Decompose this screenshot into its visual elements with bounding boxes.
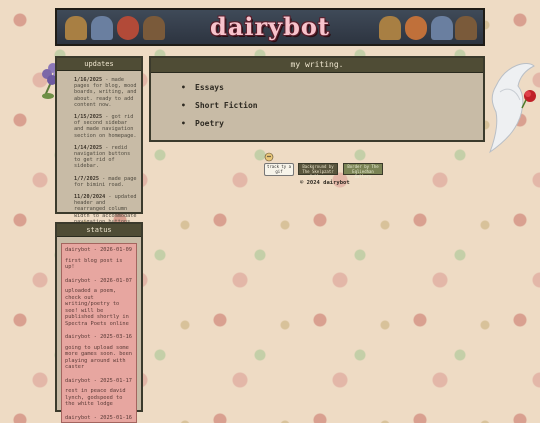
- fruit-bowl-icon: [405, 16, 427, 40]
- jar-icon: [431, 16, 453, 40]
- update-entry: 11/20/2024 - updated header and rearrang…: [74, 194, 137, 225]
- status-entry: dairybot - 2025-01-17 rest in peace david…: [65, 377, 132, 408]
- updates-list: 1/16/2025 - made pages for blog, mood bo…: [57, 71, 141, 225]
- status-feed[interactable]: dairybot - 2026-01-09 first blog post is …: [61, 243, 137, 423]
- pet-sticker-icon: [264, 152, 274, 162]
- update-entry: 1/14/2025 - redid navigation buttons to …: [74, 144, 131, 170]
- link-poetry[interactable]: Poetry: [181, 119, 483, 128]
- update-entry: 1/7/2025 - made page for bimini road.: [74, 175, 137, 188]
- status-entry: dairybot - 2025-01-16: [65, 414, 132, 421]
- updates-heading: updates: [57, 58, 141, 71]
- basket-icon: [379, 16, 401, 40]
- fruit-bowl-icon: [117, 16, 139, 40]
- background-credit-badge[interactable]: Background by The Skelpzatr Gallery: [298, 163, 338, 179]
- page-title: my writing.: [151, 58, 483, 73]
- copyright-text: © 2024 dairybot: [300, 180, 350, 186]
- status-entry: dairybot - 2025-03-16 going to upload som…: [65, 334, 132, 370]
- track-badge[interactable]: track ty a gif: [264, 163, 294, 176]
- site-banner: dairybot: [55, 8, 485, 46]
- writing-panel: my writing. Essays Short Fiction Poetry: [149, 56, 485, 142]
- updates-panel: updates 1/16/2025 - made pages for blog,…: [55, 56, 143, 225]
- status-panel: status dairybot - 2026-01-09 first blog p…: [55, 222, 143, 423]
- update-entry: 1/15/2025 - got rid of second sidebar an…: [74, 114, 137, 139]
- update-entry: 1/16/2025 - made pages for blog, mood bo…: [74, 77, 137, 108]
- books-icon: [455, 16, 477, 40]
- dove-decoration: [488, 63, 536, 154]
- site-title[interactable]: dairybot: [210, 12, 330, 41]
- status-heading: status: [57, 224, 141, 237]
- books-icon: [143, 16, 165, 40]
- writing-links: Essays Short Fiction Poetry: [151, 83, 483, 128]
- link-short-fiction[interactable]: Short Fiction: [181, 101, 483, 110]
- basket-icon: [65, 16, 87, 40]
- status-entry: dairybot - 2026-01-09 first blog post is …: [65, 247, 132, 270]
- jar-icon: [91, 16, 113, 40]
- link-essays[interactable]: Essays: [181, 83, 483, 92]
- status-entry: dairybot - 2026-01-07 uploaded a poem, ch…: [65, 277, 132, 327]
- border-credit-badge[interactable]: Border by The Eqliedhan Gallery: [343, 163, 383, 179]
